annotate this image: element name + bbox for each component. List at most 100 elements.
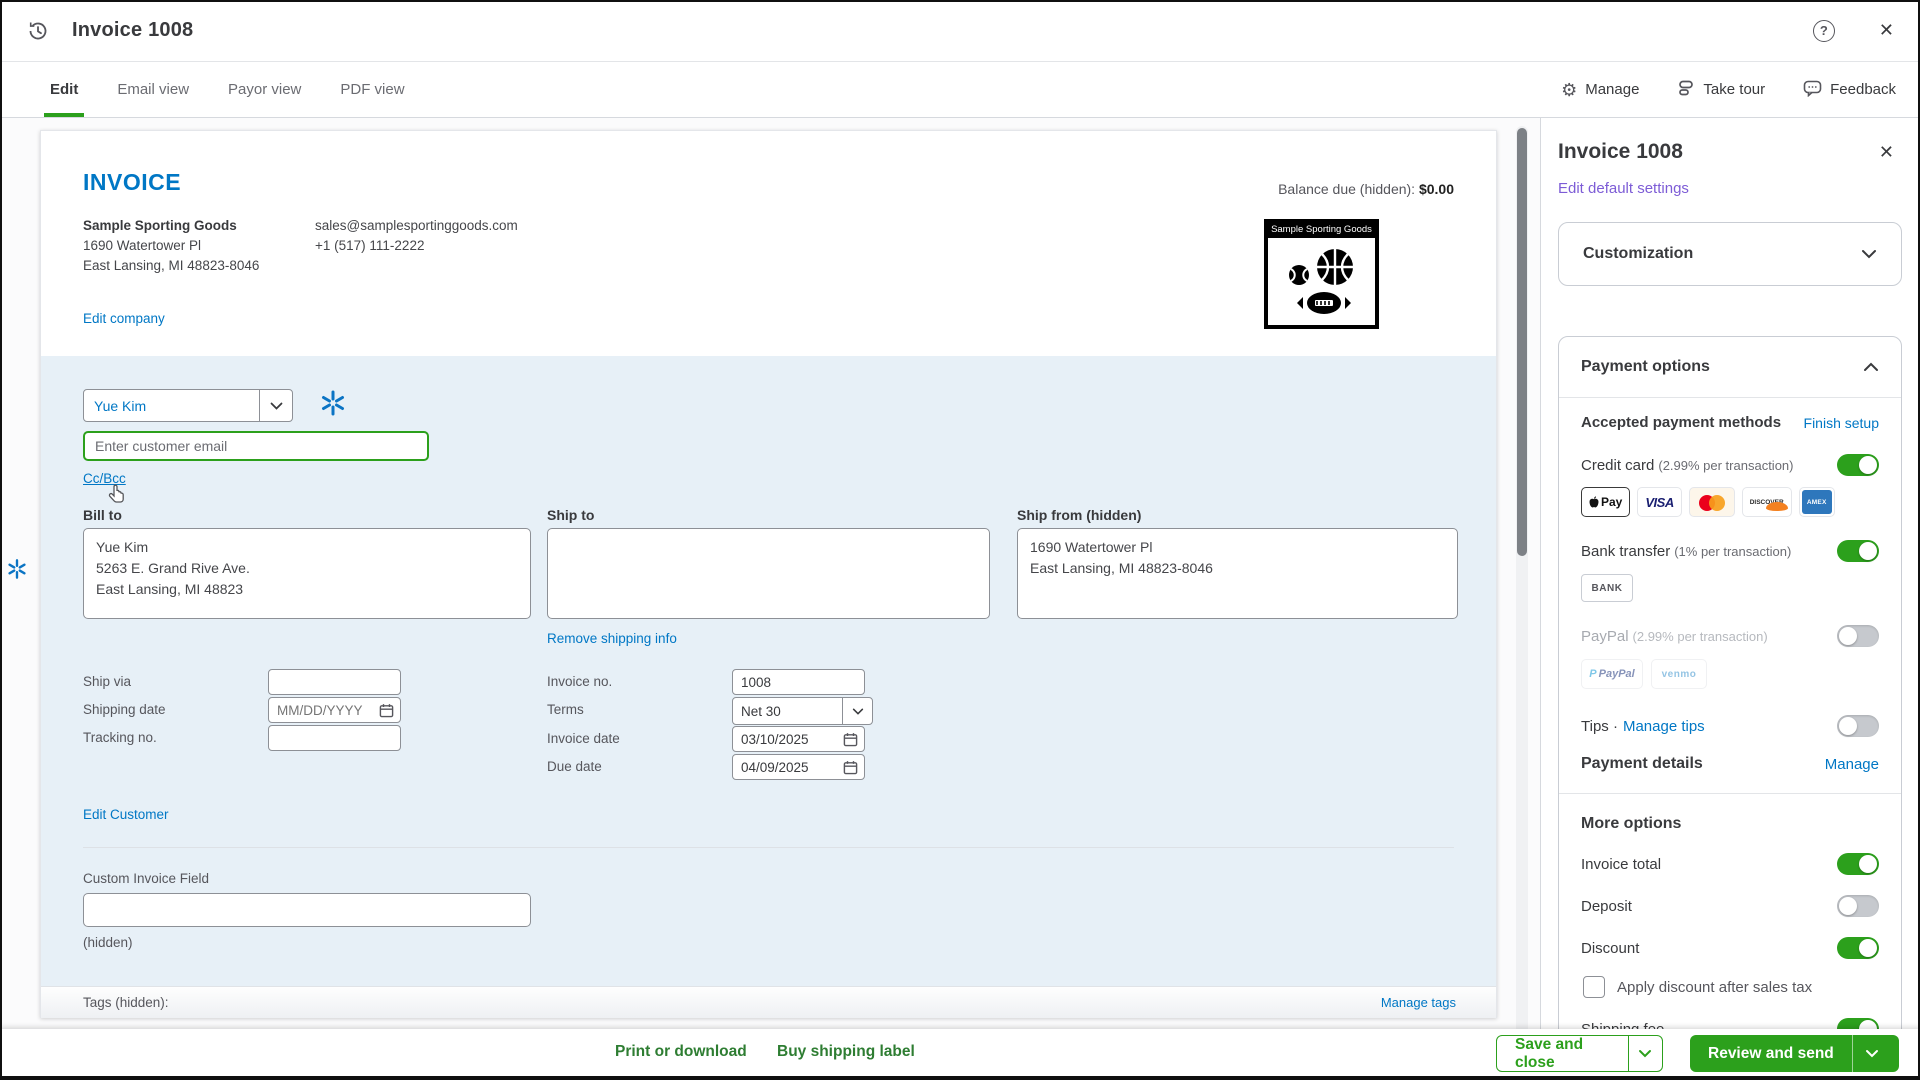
invoice-editor-window: Invoice 1008 ? ✕ Edit Email view Payor v… (0, 0, 1920, 1080)
more-options-title: More options (1581, 815, 1879, 833)
ship-via-label: Ship via (83, 674, 131, 689)
ship-from-box[interactable]: 1690 Watertower Pl East Lansing, MI 4882… (1017, 528, 1458, 619)
tab-toolbar: ⚙ Manage Take tour (1561, 62, 1920, 117)
review-and-send-button[interactable]: Review and send (1690, 1035, 1899, 1072)
side-spark-icon[interactable] (6, 558, 28, 585)
take-tour-button[interactable]: Take tour (1677, 79, 1765, 101)
review-and-send-dropdown[interactable] (1852, 1035, 1892, 1072)
company-address-line2: East Lansing, MI 48823-8046 (83, 256, 259, 276)
scrollbar-thumb[interactable] (1517, 128, 1527, 556)
terms-label: Terms (547, 702, 584, 717)
window-header: Invoice 1008 ? ✕ (0, 0, 1920, 62)
payment-options-header[interactable]: Payment options (1581, 337, 1879, 397)
company-name: Sample Sporting Goods (83, 216, 259, 236)
terms-value: Net 30 (733, 698, 842, 724)
tips-toggle[interactable] (1837, 715, 1879, 737)
tab-payor-view[interactable]: Payor view (228, 62, 301, 117)
visa-icon: VISA (1637, 487, 1681, 517)
ship-via-input[interactable] (268, 669, 401, 695)
deposit-toggle[interactable] (1837, 895, 1879, 917)
close-icon[interactable]: ✕ (1879, 20, 1894, 41)
manage-tips-link[interactable]: Manage tips (1623, 718, 1705, 735)
feedback-button[interactable]: Feedback (1803, 79, 1896, 101)
sidebar-close-icon[interactable]: ✕ (1879, 142, 1894, 163)
customer-email-input[interactable] (83, 431, 429, 461)
section-divider (83, 847, 1454, 848)
payment-details-row: Payment details Manage (1581, 755, 1879, 773)
edit-company-link[interactable]: Edit company (83, 311, 165, 326)
settings-sidebar: Invoice 1008 ✕ Edit default settings Cus… (1540, 118, 1918, 1080)
invoice-total-toggle[interactable] (1837, 853, 1879, 875)
chevron-down-icon[interactable] (259, 390, 292, 421)
tour-icon (1677, 79, 1695, 101)
shipping-date-input[interactable] (268, 697, 401, 723)
credit-card-toggle[interactable] (1837, 454, 1879, 476)
shipping-date-label: Shipping date (83, 702, 166, 717)
finish-setup-link[interactable]: Finish setup (1804, 415, 1879, 431)
due-date-input[interactable] (732, 754, 865, 780)
discount-toggle[interactable] (1837, 937, 1879, 959)
save-and-close-dropdown[interactable] (1628, 1036, 1662, 1071)
divider (1559, 793, 1901, 794)
buy-shipping-label-button[interactable]: Buy shipping label (777, 1043, 915, 1061)
company-logo-art (1268, 238, 1375, 325)
tracking-no-input[interactable] (268, 725, 401, 751)
company-phone: +1 (517) 111-2222 (315, 236, 518, 256)
invoice-card: INVOICE Sample Sporting Goods 1690 Water… (40, 130, 1497, 1018)
customer-select[interactable]: Yue Kim (83, 389, 293, 422)
invoice-no-input[interactable] (732, 669, 865, 695)
chevron-down-icon[interactable] (842, 698, 872, 724)
deposit-row: Deposit (1581, 895, 1879, 917)
company-email: sales@samplesportinggoods.com (315, 216, 518, 236)
help-icon[interactable]: ? (1813, 20, 1835, 42)
paypal-icon: PPayPal (1581, 659, 1643, 689)
ship-to-label: Ship to (547, 507, 594, 523)
manage-payment-details-link[interactable]: Manage (1825, 756, 1879, 773)
action-footer: Print or download Buy shipping label Sav… (0, 1029, 1920, 1080)
balance-due-amount: $0.00 (1419, 181, 1454, 197)
view-tabbar: Edit Email view Payor view PDF view ⚙ Ma… (0, 62, 1920, 118)
paypal-venmo-badges: PPayPal venmo (1581, 659, 1879, 689)
bank-transfer-toggle[interactable] (1837, 540, 1879, 562)
print-download-button[interactable]: Print or download (615, 1043, 747, 1061)
tab-pdf-view[interactable]: PDF view (340, 62, 404, 117)
customer-select-value: Yue Kim (84, 390, 259, 421)
balance-due: Balance due (hidden): $0.00 (1278, 181, 1454, 197)
paypal-toggle[interactable] (1837, 625, 1879, 647)
discount-after-tax-checkbox[interactable] (1583, 976, 1605, 998)
edit-customer-link[interactable]: Edit Customer (83, 807, 169, 822)
tab-email-view[interactable]: Email view (117, 62, 189, 117)
accepted-methods-row: Accepted payment methods Finish setup (1581, 414, 1879, 431)
remove-shipping-link[interactable]: Remove shipping info (547, 631, 677, 646)
autofill-spark-icon[interactable] (319, 389, 347, 422)
save-and-close-button[interactable]: Save and close (1496, 1035, 1663, 1072)
invoice-total-row: Invoice total (1581, 853, 1879, 875)
divider (1559, 397, 1901, 398)
calendar-icon (843, 760, 858, 775)
history-icon[interactable] (26, 19, 50, 43)
customization-card[interactable]: Customization (1558, 222, 1902, 286)
card-brand-badges: Pay VISA DISCOVER AMEX (1581, 487, 1879, 517)
tab-edit[interactable]: Edit (50, 62, 78, 117)
tags-strip: Tags (hidden): Manage tags (41, 986, 1496, 1018)
terms-select[interactable]: Net 30 (732, 697, 873, 725)
calendar-icon (379, 703, 394, 718)
manage-tags-link[interactable]: Manage tags (1381, 995, 1456, 1010)
edit-default-settings-link[interactable]: Edit default settings (1558, 180, 1689, 197)
bill-to-label: Bill to (83, 507, 122, 523)
scrollbar-track[interactable] (1516, 126, 1528, 1072)
custom-invoice-field-input[interactable] (83, 893, 531, 927)
manage-button[interactable]: ⚙ Manage (1561, 81, 1639, 99)
bill-to-box[interactable]: Yue Kim 5263 E. Grand Rive Ave. East Lan… (83, 528, 531, 619)
company-contact-block: sales@samplesportinggoods.com +1 (517) 1… (315, 216, 518, 256)
invoice-no-label: Invoice no. (547, 674, 612, 689)
bank-transfer-row: Bank transfer (1% per transaction) (1581, 540, 1879, 562)
invoice-date-input[interactable] (732, 726, 865, 752)
discount-after-tax-row: Apply discount after sales tax (1581, 976, 1879, 998)
mastercard-icon (1689, 487, 1735, 517)
hidden-note: (hidden) (83, 935, 133, 950)
discover-icon: DISCOVER (1742, 487, 1792, 517)
custom-invoice-field-label: Custom Invoice Field (83, 871, 209, 886)
ship-to-box[interactable] (547, 528, 990, 619)
chevron-down-icon (1861, 249, 1877, 259)
